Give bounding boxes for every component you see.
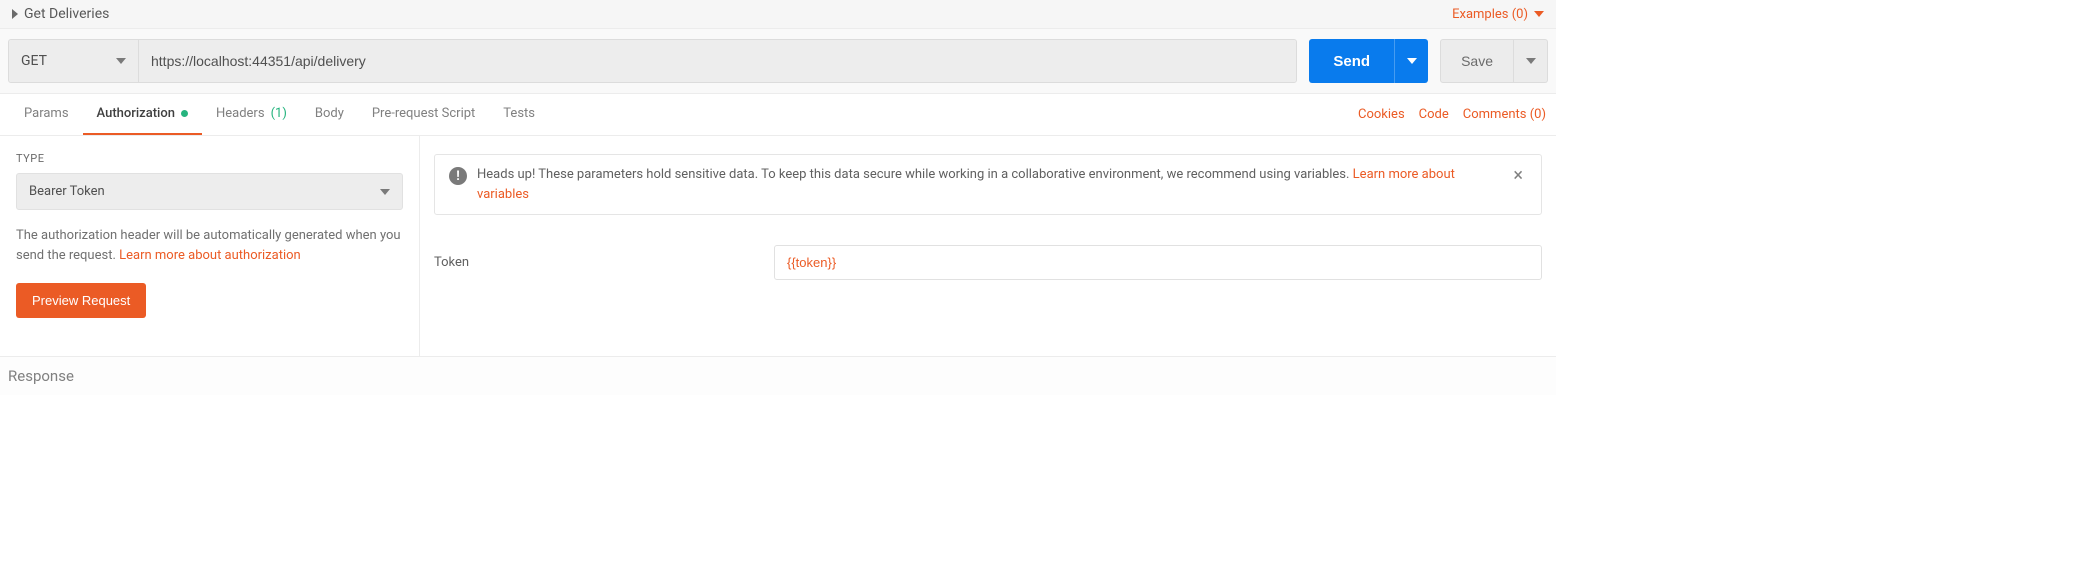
save-button-group: Save [1440,39,1548,83]
tab-headers-count: (1) [271,106,287,121]
info-icon: ! [449,167,467,185]
token-row: Token [434,245,1542,280]
send-button-group: Send [1309,39,1428,83]
auth-left-panel: TYPE Bearer Token The authorization head… [0,136,420,356]
tab-tests[interactable]: Tests [489,94,549,135]
auth-right-panel: ! Heads up! These parameters hold sensit… [420,136,1556,356]
tab-headers[interactable]: Headers (1) [202,94,301,135]
url-bar: GET Send Save [0,29,1556,94]
tab-params[interactable]: Params [10,94,83,135]
tab-authorization[interactable]: Authorization [83,94,202,135]
request-name: Get Deliveries [24,6,109,22]
send-button[interactable]: Send [1309,39,1394,83]
http-method-value: GET [21,53,47,69]
request-tabs-row: Params Authorization Headers (1) Body Pr… [0,94,1556,136]
chevron-down-icon [116,58,126,64]
link-cookies[interactable]: Cookies [1358,107,1405,122]
save-dropdown-button[interactable] [1514,39,1548,83]
request-url-input[interactable] [139,40,1296,82]
status-dot-icon [181,110,188,117]
link-learn-authorization[interactable]: Learn more about authorization [119,248,301,263]
auth-type-label: TYPE [16,152,403,165]
tab-authorization-label: Authorization [97,106,175,121]
auth-type-value: Bearer Token [29,184,105,199]
alert-message: Heads up! These parameters hold sensitiv… [477,167,1353,182]
close-icon[interactable]: × [1509,165,1527,187]
preview-request-button[interactable]: Preview Request [16,283,146,318]
request-title-left: Get Deliveries [12,6,109,22]
send-dropdown-button[interactable] [1394,39,1428,83]
examples-label: Examples (0) [1452,7,1528,22]
link-comments[interactable]: Comments (0) [1463,107,1546,122]
token-input[interactable] [774,245,1542,280]
auth-description: The authorization header will be automat… [16,226,403,265]
chevron-down-icon [1407,58,1417,64]
alert-text: Heads up! These parameters hold sensitiv… [477,165,1499,204]
request-right-links: Cookies Code Comments (0) [1358,107,1546,122]
auth-type-select[interactable]: Bearer Token [16,173,403,210]
http-method-select[interactable]: GET [9,40,139,82]
link-code[interactable]: Code [1419,107,1449,122]
auth-body: TYPE Bearer Token The authorization head… [0,136,1556,356]
chevron-down-icon [380,189,390,195]
chevron-down-icon [1526,58,1536,64]
examples-dropdown[interactable]: Examples (0) [1452,7,1544,22]
chevron-down-icon [1534,11,1544,17]
tab-body[interactable]: Body [301,94,358,135]
caret-right-icon[interactable] [12,9,18,19]
request-tabs: Params Authorization Headers (1) Body Pr… [10,94,549,135]
tab-prerequest-script[interactable]: Pre-request Script [358,94,489,135]
response-section-header: Response [0,356,1556,395]
token-label: Token [434,255,774,270]
response-label: Response [8,367,74,385]
method-url-group: GET [8,39,1297,83]
request-title-bar: Get Deliveries Examples (0) [0,0,1556,29]
tab-headers-label: Headers [216,106,265,121]
save-button[interactable]: Save [1440,39,1514,83]
sensitive-data-alert: ! Heads up! These parameters hold sensit… [434,154,1542,215]
